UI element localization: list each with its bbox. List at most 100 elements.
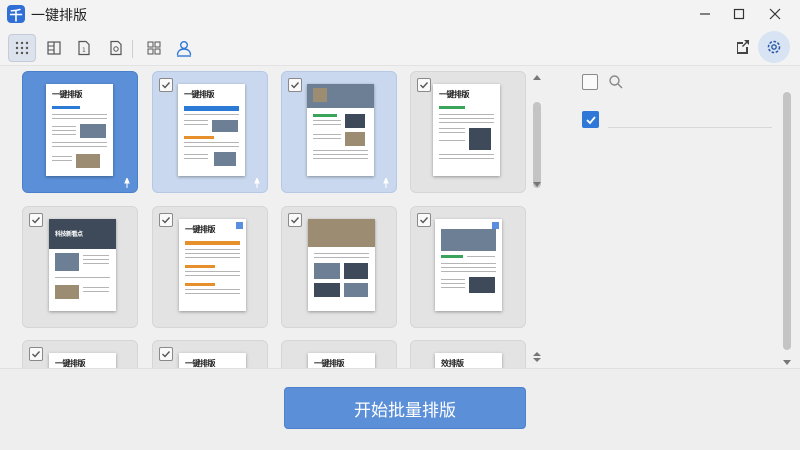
page-number-icon: 1 [78, 40, 90, 56]
text-line [184, 120, 208, 121]
text-line [185, 293, 240, 294]
chevron-down-icon [783, 360, 791, 365]
checkbox[interactable] [29, 347, 43, 361]
page-title: 一键排版 [185, 225, 216, 234]
text-line [314, 257, 369, 258]
thumbnail-card[interactable]: 一键排版 [152, 206, 268, 328]
scroll-thumb[interactable] [783, 92, 791, 350]
image-placeholder [344, 263, 368, 279]
layout-columns-button[interactable] [40, 34, 68, 62]
text-line [52, 134, 76, 135]
color-bar [52, 106, 80, 109]
checkmark-icon [32, 351, 41, 358]
thumbnail-card[interactable]: 一键排版 [152, 340, 268, 368]
toolbar-divider [132, 40, 133, 58]
option-checkbox[interactable] [582, 74, 598, 90]
chevron-down-icon [533, 182, 541, 187]
scroll-updown-button[interactable] [531, 352, 543, 362]
panel-scrollbar[interactable] [780, 74, 794, 368]
page-preview [307, 84, 374, 176]
color-bar [441, 255, 463, 258]
checkbox[interactable] [288, 213, 302, 227]
text-line [83, 287, 109, 288]
checkbox[interactable] [417, 213, 431, 227]
checkmark-icon [420, 82, 429, 89]
checkbox[interactable] [159, 213, 173, 227]
thumbnail-card[interactable] [281, 71, 397, 193]
text-line [441, 283, 465, 284]
image-placeholder [55, 253, 79, 271]
start-batch-layout-button[interactable]: 开始批量排版 [284, 387, 526, 429]
pin-icon [124, 178, 130, 188]
color-bar [313, 114, 337, 117]
thumbnail-card[interactable] [281, 206, 397, 328]
grid-scrollbar[interactable] [530, 70, 544, 365]
page-number-button[interactable]: 1 [70, 34, 98, 62]
pin-icon [383, 178, 389, 188]
search-icon[interactable] [608, 74, 624, 90]
checkbox[interactable] [159, 347, 173, 361]
page-title: 一键排版 [185, 359, 216, 368]
settings-button[interactable] [758, 31, 790, 63]
color-bar [185, 265, 215, 268]
text-line [184, 124, 208, 125]
thumbnail-card[interactable]: 一键排版 [22, 71, 138, 193]
thumbnail-card[interactable]: 一键排版 [22, 340, 138, 368]
scroll-down-button[interactable] [531, 180, 543, 190]
text-line [313, 154, 368, 155]
minimize-icon [700, 13, 710, 15]
image-placeholder [314, 263, 340, 279]
thumbnail-card[interactable]: 科技新看点 [22, 206, 138, 328]
image-placeholder [469, 277, 495, 293]
grid-view-button[interactable] [8, 34, 36, 62]
text-line [441, 271, 496, 272]
export-button[interactable] [728, 33, 756, 61]
image-placeholder [313, 88, 327, 102]
checkmark-icon [162, 82, 171, 89]
option-checkbox-checked[interactable] [582, 111, 599, 128]
color-bar [184, 106, 239, 111]
user-button[interactable] [170, 34, 198, 62]
text-line [184, 114, 239, 115]
text-line [184, 146, 239, 147]
image-placeholder [314, 283, 340, 297]
text-line [52, 142, 107, 143]
thumbnail-card[interactable]: 一键排版 [410, 71, 526, 193]
checkbox[interactable] [288, 78, 302, 92]
scroll-up-button[interactable] [531, 72, 543, 82]
thumbnail-card[interactable]: 一键排版 [152, 71, 268, 193]
image-placeholder [345, 114, 365, 128]
text-line [441, 279, 465, 280]
scroll-thumb[interactable] [533, 102, 541, 188]
page-settings-button[interactable] [102, 34, 130, 62]
text-line [313, 150, 368, 151]
thumbnail-card[interactable]: 一键排版 [281, 340, 397, 368]
checkbox[interactable] [29, 213, 43, 227]
text-line [439, 140, 465, 141]
gear-icon [767, 40, 781, 54]
blocks-layout-button[interactable] [140, 34, 168, 62]
text-line [439, 158, 494, 159]
close-button[interactable] [758, 0, 792, 28]
color-bar [185, 283, 215, 286]
checkbox[interactable] [417, 78, 431, 92]
maximize-button[interactable] [722, 0, 756, 28]
checkbox[interactable] [159, 78, 173, 92]
minimize-button[interactable] [688, 0, 722, 28]
text-line [83, 255, 109, 256]
text-line [313, 120, 341, 121]
text-line [52, 156, 72, 157]
text-line [52, 130, 76, 131]
text-line [55, 277, 110, 278]
page-preview: 一键排版 [179, 219, 246, 311]
color-bar [439, 106, 465, 109]
thumbnail-card[interactable] [410, 206, 526, 328]
corner-tag [492, 222, 499, 229]
text-line [439, 128, 465, 129]
page-preview: 一键排版 [46, 84, 113, 176]
thumbnail-card[interactable]: 效排版 [410, 340, 526, 368]
svg-text:1: 1 [82, 47, 86, 54]
image-placeholder [344, 283, 368, 297]
text-line [52, 118, 107, 119]
text-line [441, 267, 496, 268]
